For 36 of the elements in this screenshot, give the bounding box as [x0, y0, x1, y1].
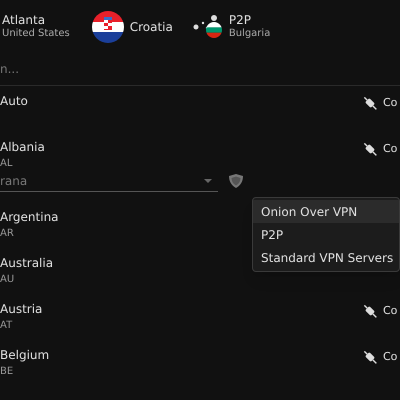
country-name: Albania	[0, 140, 45, 155]
country-name: Argentina	[0, 210, 59, 225]
connect-button[interactable]: Co	[361, 140, 398, 158]
search-field[interactable]: n...	[0, 60, 300, 78]
recent-connection-button[interactable]: Atlanta United States	[0, 5, 82, 49]
menu-item[interactable]: P2P	[253, 223, 399, 246]
city-select[interactable]: rana	[0, 170, 218, 192]
country-code: AR	[0, 228, 15, 240]
plug-icon	[361, 348, 379, 366]
connection-title: Atlanta	[2, 13, 46, 28]
country-code: AT	[0, 320, 14, 332]
shield-icon	[228, 173, 244, 189]
country-name: Belgium	[0, 348, 50, 363]
country-code: BE	[0, 366, 14, 378]
connect-button[interactable]: Co	[361, 94, 398, 112]
connection-subtitle: United States	[2, 28, 70, 41]
plug-icon	[361, 302, 379, 320]
croatia-flag-icon	[92, 11, 124, 43]
connection-subtitle: Bulgaria	[228, 28, 270, 41]
menu-item[interactable]: Onion Over VPN	[253, 200, 399, 223]
country-code: AU	[0, 274, 16, 286]
p2p-bulgaria-icon	[192, 14, 223, 40]
connect-button[interactable]: Co	[361, 348, 398, 366]
plug-icon	[361, 94, 379, 112]
country-name: Australia	[0, 256, 54, 271]
country-name: Auto	[0, 94, 28, 109]
plug-icon	[361, 140, 379, 158]
connect-button[interactable]: Co	[361, 302, 398, 320]
country-code: AL	[0, 158, 14, 170]
connection-title: P2P	[228, 13, 252, 28]
country-name: Austria	[0, 302, 42, 317]
connection-title: Croatia	[130, 20, 173, 34]
recent-connection-button[interactable]: Croatia	[82, 5, 183, 49]
recent-connection-button[interactable]: P2P Bulgaria	[182, 5, 280, 49]
menu-item[interactable]: Standard VPN Servers	[253, 246, 399, 269]
caret-icon	[204, 178, 212, 182]
